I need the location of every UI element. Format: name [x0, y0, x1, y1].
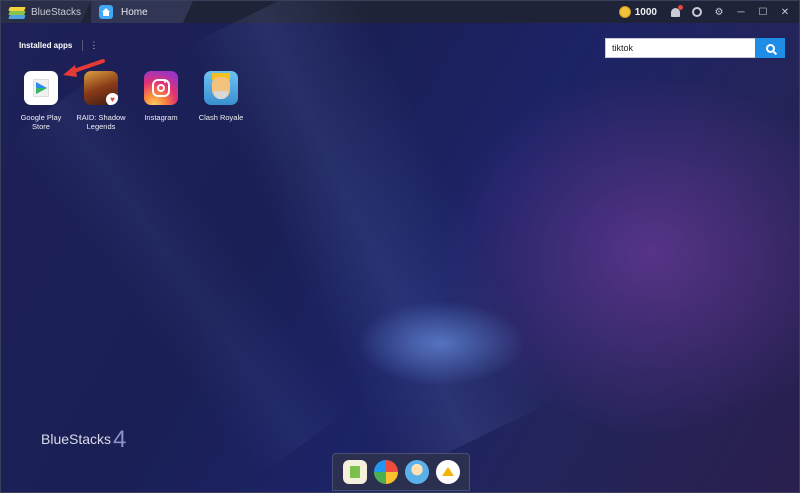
- app-raid-shadow-legends[interactable]: ♥ RAID: Shadow Legends: [71, 71, 131, 131]
- minimize-icon: ─: [737, 6, 745, 18]
- app-name: BlueStacks: [30, 6, 81, 18]
- titlebar-controls: 1000 ⚙ ─ ☐ ✕: [618, 1, 799, 23]
- app-label: Instagram: [144, 113, 178, 122]
- account-icon: [692, 7, 702, 17]
- maximize-icon: ☐: [758, 6, 768, 18]
- installed-apps-header: Installed apps ⋮: [19, 40, 98, 51]
- installed-apps-title: Installed apps: [19, 41, 73, 50]
- notification-button[interactable]: [669, 4, 683, 18]
- brand-version: 4: [113, 426, 127, 453]
- maximize-button[interactable]: ☐: [757, 6, 769, 18]
- app-tab[interactable]: BlueStacks: [1, 1, 91, 23]
- heart-badge-icon: ♥: [106, 93, 118, 105]
- title-bar: BlueStacks Home 1000 ⚙ ─ ☐ ✕: [1, 1, 799, 23]
- camp-app-icon[interactable]: [435, 460, 460, 484]
- tab-home[interactable]: Home: [91, 1, 193, 23]
- close-icon: ✕: [780, 6, 790, 18]
- coin-count[interactable]: 1000: [635, 7, 657, 18]
- coin-icon: [618, 6, 631, 18]
- brand-name: BlueStacks: [41, 431, 112, 447]
- account-button[interactable]: [691, 6, 703, 18]
- gear-icon: ⚙: [714, 6, 724, 18]
- more-options-icon[interactable]: ⋮: [82, 40, 98, 51]
- clash-royale-icon: [204, 71, 238, 105]
- search-bar: [605, 38, 785, 58]
- search-icon: [765, 43, 775, 53]
- bluestacks-window: BlueStacks Home 1000 ⚙ ─ ☐ ✕ Installed a…: [0, 0, 800, 493]
- home-icon: [99, 5, 113, 19]
- app-label: Google Play Store: [20, 113, 62, 131]
- app-google-play-store[interactable]: Google Play Store: [11, 71, 71, 131]
- instagram-icon: [144, 71, 178, 105]
- notification-dot: [677, 4, 683, 10]
- google-play-store-icon: [24, 71, 58, 105]
- home-screen: Installed apps ⋮ Google Play Store ♥ RAI…: [1, 1, 799, 492]
- bell-icon: [670, 4, 683, 17]
- bluestacks-logo-icon: [8, 6, 26, 19]
- red-arrow-annotation-icon: [63, 59, 105, 77]
- game-center-icon[interactable]: [373, 460, 398, 484]
- tab-home-label: Home: [121, 6, 148, 18]
- search-input[interactable]: [605, 38, 755, 58]
- app-clash-royale[interactable]: Clash Royale: [191, 71, 251, 131]
- apk-installer-icon[interactable]: [342, 460, 367, 484]
- search-button[interactable]: [755, 38, 785, 58]
- app-instagram[interactable]: Instagram: [131, 71, 191, 131]
- app-label: RAID: Shadow Legends: [76, 113, 126, 131]
- app-label: Clash Royale: [198, 113, 244, 122]
- settings-button[interactable]: ⚙: [713, 6, 725, 18]
- installed-apps-grid: Google Play Store ♥ RAID: Shadow Legends…: [11, 71, 251, 131]
- bluestacks-brand: BlueStacks4: [41, 423, 127, 453]
- close-button[interactable]: ✕: [779, 6, 791, 18]
- bottom-dock: [332, 453, 470, 491]
- avatar-app-icon[interactable]: [404, 460, 429, 484]
- minimize-button[interactable]: ─: [735, 6, 747, 18]
